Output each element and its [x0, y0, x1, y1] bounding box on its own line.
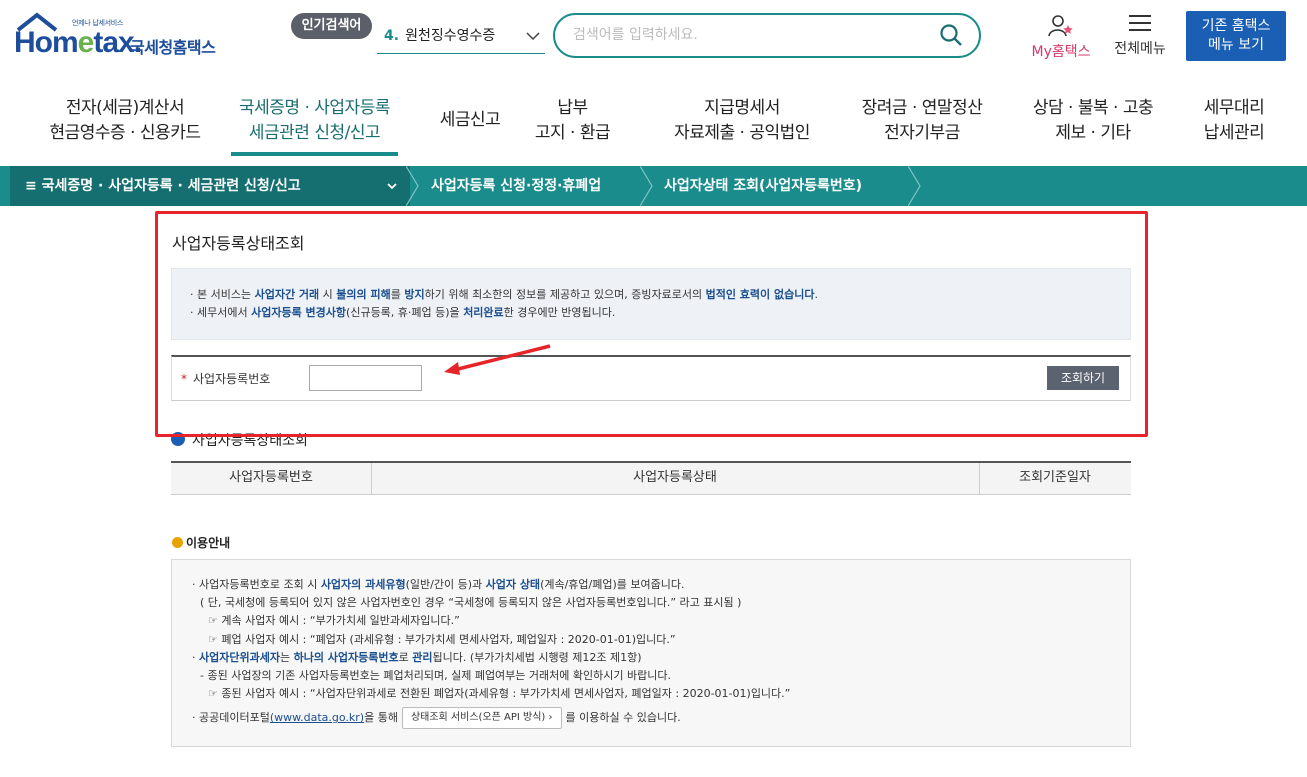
usage-line-8: · 공공데이터포털(www.data.go.kr)을 통해 상태조회 서비스(오픈… [192, 707, 1130, 730]
popular-term: 원천징수영수증 [405, 28, 496, 44]
regno-input[interactable] [309, 365, 422, 391]
nav-consult[interactable]: 상담 · 불복 · 고충 제보 · 기타 [1022, 96, 1164, 146]
popular-rank: 4. [384, 28, 400, 44]
chevron-down-icon[interactable] [386, 180, 398, 192]
nav-incentive[interactable]: 장려금 · 연말정산 전자기부금 [848, 96, 996, 146]
full-menu-label: 전체메뉴 [1114, 41, 1166, 57]
breadcrumb-menu[interactable]: ≡ 국세증명 · 사업자등록 · 세금관련 신청/신고 [25, 166, 301, 206]
breadcrumb-separator-icon [640, 166, 653, 206]
chevron-down-icon [526, 32, 540, 41]
usage-line-5: · 사업자단위과세자는 하나의 사업자등록번호로 관리됩니다. (부가가치세법 … [192, 650, 642, 664]
info-bullet-icon [172, 537, 183, 548]
search-placeholder: 검색어를 입력하세요. [573, 27, 698, 43]
legacy-menu-button[interactable]: 기존 홈택스 메뉴 보기 [1186, 11, 1286, 61]
result-col-status: 사업자등록상태 [633, 470, 717, 485]
breadcrumb-item-status[interactable]: 사업자상태 조회(사업자등록번호) [664, 166, 862, 206]
usage-line-4: ☞ 폐업 사업자 예시 : “폐업자 (과세유형 : 부가가치세 면세사업자, … [208, 632, 676, 646]
popular-search-badge: 인기검색어 [291, 13, 372, 39]
usage-title: 이용안내 [186, 536, 231, 550]
search-icon[interactable] [939, 23, 963, 47]
search-input[interactable]: 검색어를 입력하세요. [553, 13, 981, 58]
popular-search-select[interactable]: 4. 원천징수영수증 [377, 22, 545, 54]
result-col-regno: 사업자등록번호 [229, 470, 313, 485]
usage-line-3: ☞ 계속 사업자 예시 : “부가가치세 일반과세자입니다.” [208, 614, 460, 628]
hamburger-icon [1129, 15, 1151, 31]
logo-korean-name: 국세청홈택스 [130, 38, 216, 57]
breadcrumb-item-registration[interactable]: 사업자등록 신청·정정·휴폐업 [431, 166, 601, 206]
usage-line-2: ( 단, 국세청에 등록되어 있지 않은 사업자번호인 경우 “국세청에 등록되… [200, 596, 742, 610]
notice-line-2: · 세무서에서 사업자등록 변경사항(신규등록, 휴·폐업 등)을 처리완료한 … [190, 306, 616, 319]
my-hometax-button[interactable]: My홈택스 [1026, 14, 1096, 61]
search-submit-button[interactable]: 조회하기 [1047, 366, 1119, 390]
nav-active-underline [231, 152, 398, 156]
breadcrumb-separator-icon [908, 166, 921, 206]
usage-line-7: ☞ 종된 사업자 예시 : “사업자단위과세로 전환된 폐업자(과세유형 : 부… [208, 687, 791, 701]
nav-payment[interactable]: 납부 고지 · 환급 [530, 96, 615, 146]
full-menu-button[interactable]: 전체메뉴 [1108, 14, 1172, 58]
regno-label: * 사업자등록번호 [181, 372, 271, 386]
nav-certificate[interactable]: 국세증명 · 사업자등록 세금관련 신청/신고 [222, 96, 407, 146]
notice-line-1: · 본 서비스는 사업자간 거래 시 불의의 피해를 방지하기 위해 최소한의 … [190, 288, 818, 301]
logo-wordmark: Hometax. [14, 26, 142, 59]
usage-line-1: · 사업자등록번호로 조회 시 사업자의 과세유형(일반/간이 등)과 사업자 … [192, 578, 685, 591]
legacy-menu-line1: 기존 홈택스 [1201, 18, 1271, 34]
usage-line-6: - 종된 사업장의 기존 사업자등록번호는 폐업처리되며, 실제 폐업여부는 거… [200, 669, 671, 683]
nav-agent[interactable]: 세무대리 납세관리 [1194, 96, 1274, 146]
hometax-logo[interactable]: 언제나 납세서비스 Hometax. 국세청홈택스 [14, 12, 234, 62]
red-arrow-icon [444, 344, 551, 375]
nav-statement[interactable]: 지급명세서 자료제출 · 공익법인 [662, 96, 822, 146]
user-star-icon [1048, 15, 1073, 37]
panel-title: 사업자등록상태조회 [172, 234, 305, 253]
usage-box: · 사업자등록번호로 조회 시 사업자의 과세유형(일반/간이 등)과 사업자 … [171, 559, 1131, 747]
open-api-button[interactable]: 상태조회 서비스(오픈 API 방식) › [401, 707, 562, 730]
nav-e-invoice[interactable]: 전자(세금)계산서 현금영수증 · 신용카드 [30, 96, 220, 146]
required-star-icon: * [181, 372, 187, 386]
legacy-menu-line2: 메뉴 보기 [1208, 37, 1264, 53]
notice-box: · 본 서비스는 사업자간 거래 시 불의의 피해를 방지하기 위해 최소한의 … [171, 268, 1131, 340]
breadcrumb-separator-icon [406, 166, 419, 206]
result-col-date: 조회기준일자 [1019, 470, 1091, 485]
my-hometax-label: My홈택스 [1031, 44, 1091, 60]
data-portal-link[interactable]: (www.data.go.kr) [270, 711, 364, 724]
nav-tax-return[interactable]: 세금신고 [425, 108, 515, 133]
